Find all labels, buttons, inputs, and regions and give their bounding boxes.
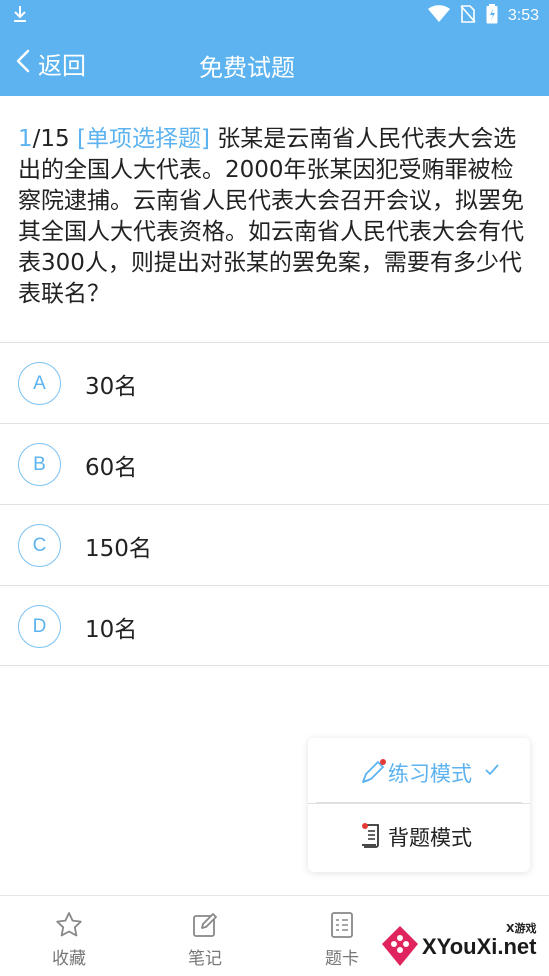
option-a[interactable]: A 30名 [0,342,549,423]
nav-notes-label: 笔记 [188,949,222,969]
watermark-text: XYouXi.net [422,934,537,959]
answer-options: A 30名 B 60名 C 150名 D 10名 [0,342,549,666]
mode-menu: 练习模式 背题模式 [308,738,530,872]
nav-answer-card-label: 题卡 [325,949,359,969]
option-letter: B [18,443,61,486]
option-letter: C [18,524,61,567]
option-text: 60名 [85,455,138,481]
wifi-icon [427,5,450,27]
edit-icon [165,910,245,940]
nav-answer-card[interactable]: 题卡 [302,910,382,969]
question-type-tag: [单项选择题] [76,126,210,152]
download-icon [12,5,28,27]
battery-icon [486,4,498,28]
option-c[interactable]: C 150名 [0,504,549,585]
option-b[interactable]: B 60名 [0,423,549,504]
star-icon [29,910,109,940]
question-index: 1 [18,126,33,152]
option-text: 150名 [85,536,152,562]
option-letter: A [18,362,61,405]
option-d[interactable]: D 10名 [0,585,549,666]
gamepad-logo-icon [382,926,418,966]
practice-mode-label: 练习模式 [388,762,472,786]
practice-mode-item[interactable]: 练习模式 [308,740,530,804]
memorize-mode-label: 背题模式 [388,826,472,850]
check-icon [484,762,500,781]
watermark-logo: X游戏 XYouXi.net [378,916,546,972]
option-text: 30名 [85,374,138,400]
question-body: 张某是云南省人民代表大会选出的全国人大代表。2000年张某因犯受贿罪被检察院逮捕… [18,126,524,307]
nav-notes[interactable]: 笔记 [165,910,245,969]
list-icon [302,910,382,940]
option-letter: D [18,605,61,648]
page-title: 免费试题 [199,54,295,82]
nav-favorite-label: 收藏 [52,949,86,969]
pencil-icon [360,758,386,786]
document-icon [360,822,386,850]
app-bar: 返回 免费试题 [0,30,549,96]
nav-favorite[interactable]: 收藏 [29,910,109,969]
status-bar: 3:53 [0,0,549,30]
no-sim-icon [460,5,476,27]
memorize-mode-item[interactable]: 背题模式 [308,804,530,868]
question-text: 1/15 [单项选择题] 张某是云南省人民代表大会选出的全国人大代表。2000年… [18,124,530,310]
question-total: /15 [32,126,70,152]
clock: 3:53 [507,7,539,24]
divider [316,802,522,803]
option-text: 10名 [85,617,138,643]
